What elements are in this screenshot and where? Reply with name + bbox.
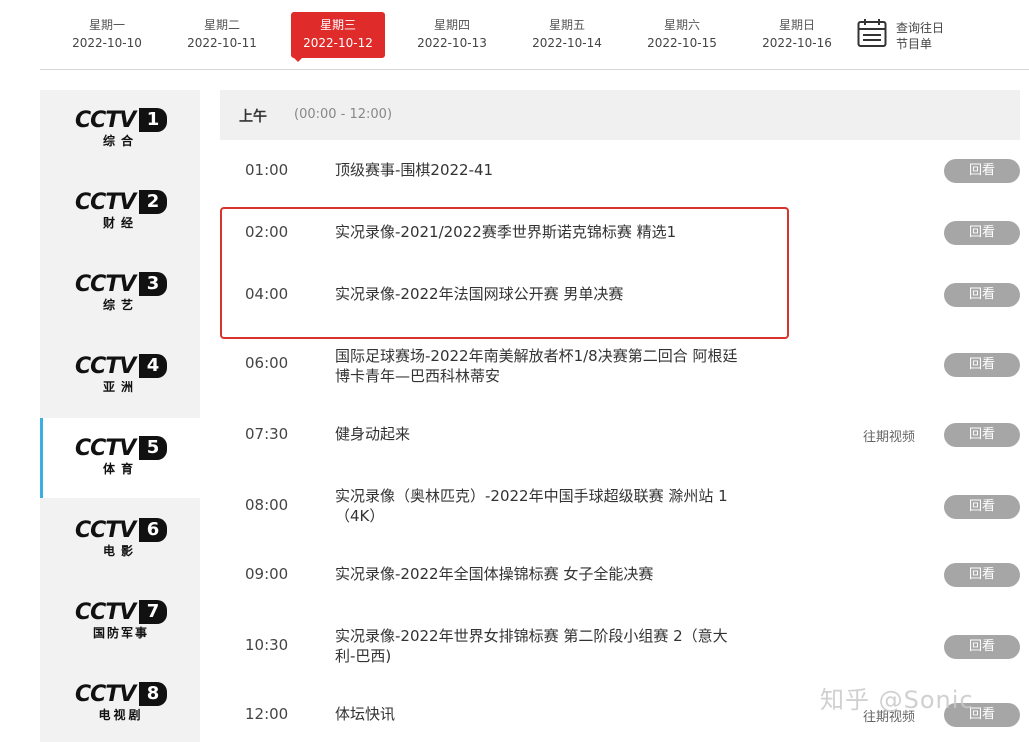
channel-number: 1 xyxy=(139,108,167,132)
weekday-label: 星期一 xyxy=(88,18,125,32)
program-time: 09:00 xyxy=(245,565,289,583)
date-label: 2022-10-11 xyxy=(187,36,257,50)
date-label: 2022-10-14 xyxy=(532,36,602,50)
period-range: (00:00 - 12:00) xyxy=(294,107,393,122)
calendar-icon xyxy=(857,19,887,47)
channel-subtitle: 电视剧 xyxy=(98,708,144,722)
channel-cctv8[interactable]: CCTV 8 电视剧 xyxy=(40,664,200,742)
watermark: 知乎 @Sonic xyxy=(820,686,974,714)
channel-number: 8 xyxy=(139,682,167,706)
program-title: 实况录像（奥林匹克）-2022年中国手球超级联赛 滁州站 1（4K） xyxy=(335,487,728,525)
program-time: 10:30 xyxy=(245,636,289,654)
program-row: 06:00 国际足球赛场-2022年南美解放者杯1/8决赛第二回合 阿根廷博卡青… xyxy=(220,344,1020,388)
program-title: 顶级赛事-围棋2022-41 xyxy=(335,161,494,179)
program-title: 体坛快讯 xyxy=(335,705,396,723)
program-title: 国际足球赛场-2022年南美解放者杯1/8决赛第二回合 阿根廷博卡青年—巴西科林… xyxy=(335,347,738,385)
weekday-label: 星期四 xyxy=(433,18,470,32)
program-row: 09:00 实况录像-2022年全国体操锦标赛 女子全能决赛 回看 xyxy=(220,562,1020,592)
channel-subtitle: 财经 xyxy=(102,216,139,230)
channel-cctv6[interactable]: CCTV 6 电影 xyxy=(40,500,200,580)
channel-number: 6 xyxy=(139,518,167,542)
program-time: 07:30 xyxy=(245,425,289,443)
history-schedule-button[interactable]: 查询往日 节目单 xyxy=(857,16,977,56)
replay-button[interactable]: 回看 xyxy=(944,283,1020,307)
weekday-label: 星期五 xyxy=(548,18,585,32)
program-row: 07:30 健身动起来 往期视频 回看 xyxy=(220,422,1020,452)
channel-subtitle: 电影 xyxy=(102,544,139,558)
channel-subtitle: 国防军事 xyxy=(92,626,149,640)
replay-button[interactable]: 回看 xyxy=(944,221,1020,245)
program-title: 实况录像-2022年世界女排锦标赛 第二阶段小组赛 2（意大利-巴西) xyxy=(335,627,728,665)
date-tab-thu[interactable]: 星期四 2022-10-13 xyxy=(405,12,499,58)
channel-cctv3[interactable]: CCTV 3 综艺 xyxy=(40,254,200,334)
date-tab-wed[interactable]: 星期三 2022-10-12 xyxy=(291,12,385,58)
channel-cctv4[interactable]: CCTV 4 亚洲 xyxy=(40,336,200,416)
program-time: 01:00 xyxy=(245,161,289,179)
cctv6-logo: CCTV 6 电影 xyxy=(75,518,167,560)
channel-number: 2 xyxy=(139,190,167,214)
cctv1-logo: CCTV 1 综合 xyxy=(75,108,167,150)
program-time: 06:00 xyxy=(245,354,289,372)
replay-button[interactable]: 回看 xyxy=(944,353,1020,377)
date-label: 2022-10-15 xyxy=(647,36,717,50)
replay-button[interactable]: 回看 xyxy=(944,563,1020,587)
program-time: 08:00 xyxy=(245,496,289,514)
program-row: 08:00 实况录像（奥林匹克）-2022年中国手球超级联赛 滁州站 1（4K）… xyxy=(220,486,1020,530)
channel-number: 5 xyxy=(139,436,167,460)
date-label: 2022-10-16 xyxy=(762,36,832,50)
program-time: 12:00 xyxy=(245,705,289,723)
weekday-label: 星期六 xyxy=(663,18,700,32)
cctv4-logo: CCTV 4 亚洲 xyxy=(75,354,167,396)
period-header: 上午 (00:00 - 12:00) xyxy=(220,90,1020,140)
history-label-line2: 节目单 xyxy=(896,37,933,51)
date-tab-tue[interactable]: 星期二 2022-10-11 xyxy=(175,12,269,58)
program-list: 上午 (00:00 - 12:00) 01:00 顶级赛事-围棋2022-41 … xyxy=(220,90,1020,742)
date-tab-fri[interactable]: 星期五 2022-10-14 xyxy=(520,12,614,58)
channel-sidebar: CCTV 1 综合 CCTV 2 财经 CCTV 3 综艺 CCTV 4 亚洲 … xyxy=(40,90,200,742)
replay-button[interactable]: 回看 xyxy=(944,423,1020,447)
program-title: 实况录像-2022年全国体操锦标赛 女子全能决赛 xyxy=(335,565,654,583)
channel-cctv7[interactable]: CCTV 7 国防军事 xyxy=(40,582,200,662)
channel-cctv5[interactable]: CCTV 5 体育 xyxy=(40,418,200,498)
program-row: 01:00 顶级赛事-围棋2022-41 回看 xyxy=(220,158,1020,188)
channel-subtitle: 体育 xyxy=(102,462,139,476)
date-tab-sat[interactable]: 星期六 2022-10-15 xyxy=(635,12,729,58)
active-date-caret xyxy=(292,56,304,62)
channel-subtitle: 综合 xyxy=(102,134,139,148)
cctv8-logo: CCTV 8 电视剧 xyxy=(75,682,167,724)
date-tab-mon[interactable]: 星期一 2022-10-10 xyxy=(60,12,154,58)
program-title: 健身动起来 xyxy=(335,425,411,443)
cctv3-logo: CCTV 3 综艺 xyxy=(75,272,167,314)
date-label: 2022-10-13 xyxy=(417,36,487,50)
date-label: 2022-10-10 xyxy=(72,36,142,50)
weekday-label: 星期日 xyxy=(778,18,815,32)
channel-number: 4 xyxy=(139,354,167,378)
date-label: 2022-10-12 xyxy=(303,36,373,50)
channel-subtitle: 亚洲 xyxy=(102,380,139,394)
channel-number: 7 xyxy=(139,600,167,624)
cctv5-logo: CCTV 5 体育 xyxy=(75,436,167,478)
history-label-line1: 查询往日 xyxy=(896,21,945,35)
highlight-box xyxy=(220,207,789,339)
replay-button[interactable]: 回看 xyxy=(944,495,1020,519)
replay-button[interactable]: 回看 xyxy=(944,635,1020,659)
date-tab-sun[interactable]: 星期日 2022-10-16 xyxy=(750,12,844,58)
channel-subtitle: 综艺 xyxy=(102,298,139,312)
weekday-label: 星期二 xyxy=(203,18,240,32)
replay-button[interactable]: 回看 xyxy=(944,159,1020,183)
weekday-label: 星期三 xyxy=(319,18,356,32)
channel-number: 3 xyxy=(139,272,167,296)
channel-cctv2[interactable]: CCTV 2 财经 xyxy=(40,172,200,252)
period-label: 上午 xyxy=(239,109,267,125)
cctv2-logo: CCTV 2 财经 xyxy=(75,190,167,232)
cctv7-logo: CCTV 7 国防军事 xyxy=(75,600,167,642)
program-row: 10:30 实况录像-2022年世界女排锦标赛 第二阶段小组赛 2（意大利-巴西… xyxy=(220,626,1020,670)
channel-cctv1[interactable]: CCTV 1 综合 xyxy=(40,90,200,170)
past-videos-link[interactable]: 往期视频 xyxy=(863,426,915,445)
